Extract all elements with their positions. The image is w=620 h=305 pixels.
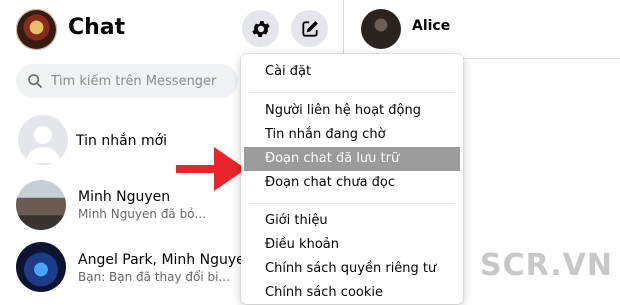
new-message-button[interactable]: [291, 10, 328, 47]
search-icon: [27, 73, 43, 89]
conversation-name[interactable]: Angel Park, Minh Nguyen: [78, 252, 254, 268]
user-avatar[interactable]: [16, 9, 57, 50]
menu-item-privacy-policy[interactable]: Chính sách quyền riêng tư: [241, 257, 463, 281]
menu-item-active-contacts[interactable]: Người liên hệ hoạt động: [241, 99, 463, 123]
menu-item-settings[interactable]: Cài đặt: [241, 60, 463, 84]
person-icon: [25, 126, 61, 163]
conversation-preview: Minh Nguyen đã bỏ...: [78, 207, 207, 221]
search-input[interactable]: [49, 72, 223, 90]
conversation-avatar[interactable]: [16, 242, 66, 292]
search-bar[interactable]: [16, 64, 238, 98]
menu-item-about[interactable]: Giới thiệu: [241, 209, 463, 233]
menu-item-cookie-policy[interactable]: Chính sách cookie: [241, 281, 463, 305]
menu-item-archived-chats[interactable]: Đoạn chat đã lưu trữ: [244, 147, 460, 171]
settings-menu: Cài đặt Người liên hệ hoạt động Tin nhắn…: [241, 54, 463, 304]
new-message-label[interactable]: Tin nhắn mới: [76, 133, 167, 149]
menu-divider: [249, 92, 455, 93]
menu-item-unread-chats[interactable]: Đoạn chat chưa đọc: [241, 171, 463, 195]
settings-button[interactable]: [242, 10, 279, 47]
watermark: SCR.VN: [480, 248, 614, 283]
menu-divider: [249, 203, 455, 204]
conversation-name[interactable]: Minh Nguyen: [78, 189, 170, 205]
red-arrow-icon: [176, 147, 246, 191]
new-message-avatar[interactable]: [18, 115, 68, 165]
contact-name[interactable]: Alice: [412, 18, 450, 34]
compose-icon: [301, 20, 318, 37]
conversation-avatar[interactable]: [16, 180, 66, 230]
contact-avatar[interactable]: [361, 9, 401, 49]
page-title: Chat: [68, 15, 126, 40]
menu-item-terms[interactable]: Điều khoản: [241, 233, 463, 257]
panel-divider: [343, 0, 344, 60]
conversation-preview: Bạn: Bạn đã thay đổi bi...: [78, 270, 230, 284]
gear-icon: [251, 20, 270, 37]
menu-item-message-requests[interactable]: Tin nhắn đang chờ: [241, 123, 463, 147]
